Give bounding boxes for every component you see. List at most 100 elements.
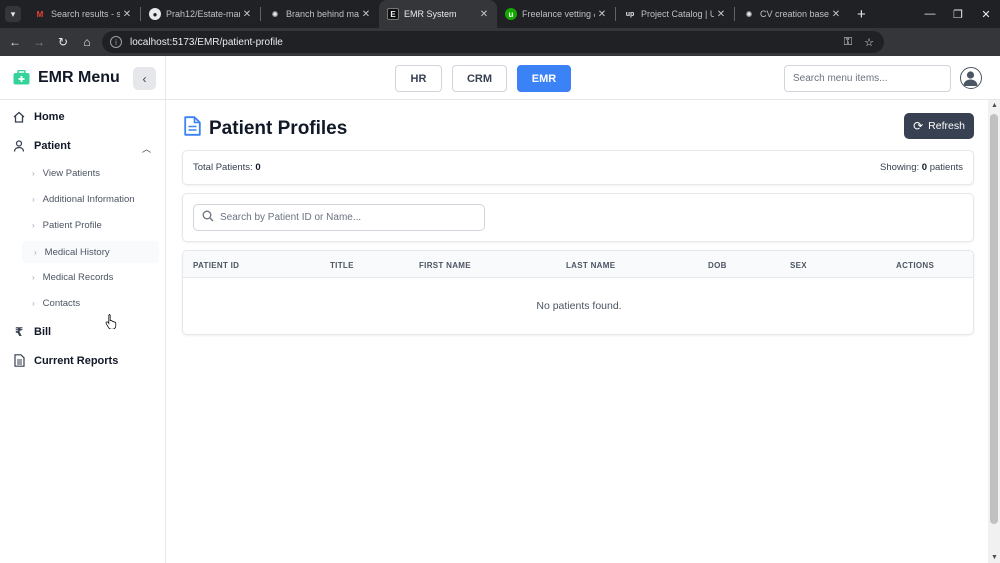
file-text-icon	[184, 116, 201, 141]
patients-table: PATIENT ID TITLE FIRST NAME LAST NAME DO…	[182, 250, 974, 335]
star-icon[interactable]: ☆	[864, 36, 874, 49]
document-icon	[12, 354, 26, 367]
url-bar[interactable]: i localhost:5173/EMR/patient-profile ⚿ ☆	[102, 31, 884, 53]
browser-tab[interactable]: up Project Catalog | Upw ✕	[616, 0, 734, 28]
sidebar-subitem-medical-records[interactable]: › Medical Records	[32, 272, 113, 283]
sidebar-item-label: Current Reports	[34, 354, 119, 367]
close-icon[interactable]: ✕	[829, 9, 843, 20]
tab-title: Search results - sahil	[51, 9, 120, 19]
sidebar-item-bill[interactable]: ₹ Bill	[12, 325, 51, 339]
reload-icon[interactable]: ↻	[51, 35, 75, 49]
sidebar-subitem-patient-profile[interactable]: › Patient Profile	[32, 220, 102, 231]
chatgpt-icon: ✺	[745, 9, 753, 19]
back-arrow-icon[interactable]: ←	[3, 35, 27, 49]
page-scrollbar[interactable]: ▲ ▼	[988, 100, 1000, 563]
tab-title: Project Catalog | Upw	[641, 9, 714, 19]
sidebar-item-label: Bill	[34, 326, 52, 338]
empty-state-message: No patients found.	[536, 300, 622, 312]
new-tab-button[interactable]: +	[849, 6, 874, 23]
chevron-up-icon[interactable]: ︿	[142, 142, 151, 155]
module-button-hr[interactable]: HR	[395, 65, 442, 92]
tab-title: Freelance vetting & c	[522, 9, 595, 19]
home-browser-icon[interactable]: ⌂	[75, 35, 99, 49]
close-icon[interactable]: ✕	[714, 9, 728, 20]
chevron-down-icon: ▾	[5, 6, 21, 22]
close-window-icon[interactable]: ✕	[972, 8, 1000, 21]
column-header[interactable]: PATIENT ID	[193, 261, 239, 270]
avatar[interactable]	[960, 67, 982, 89]
sidebar-subitem-additional-information[interactable]: › Additional Information	[32, 194, 135, 205]
total-label: Total Patients:	[193, 162, 253, 173]
close-icon[interactable]: ✕	[120, 9, 134, 20]
column-header[interactable]: TITLE	[330, 261, 354, 270]
browser-tab[interactable]: ✺ Branch behind main ✕	[261, 0, 379, 28]
browser-tab-bar: ▾ M Search results - sahil ✕ ● Prah12/Es…	[0, 0, 1000, 28]
patient-stats-card: Total Patients: 0 Showing: 0 patients	[182, 150, 974, 185]
sidebar-subitem-medical-history[interactable]: › Medical History	[22, 241, 159, 263]
page-header: Patient Profiles	[184, 116, 347, 141]
sidebar: EMR Menu ‹ Home Patient ︿ › View Patient…	[0, 56, 166, 563]
column-header[interactable]: FIRST NAME	[419, 261, 471, 270]
tab-title: EMR System	[404, 9, 457, 19]
browser-address-bar: ← → ↻ ⌂ i localhost:5173/EMR/patient-pro…	[0, 28, 1000, 77]
chatgpt-icon: ✺	[271, 9, 279, 19]
patient-search-input[interactable]	[220, 212, 470, 223]
browser-tab[interactable]: ● Prah12/Estate-manag ✕	[141, 0, 260, 28]
browser-tab[interactable]: u Freelance vetting & c ✕	[497, 0, 615, 28]
scroll-down-icon[interactable]: ▼	[991, 554, 998, 561]
column-header[interactable]: SEX	[790, 261, 807, 270]
subitem-label: Medical History	[44, 246, 110, 258]
home-icon	[12, 111, 26, 123]
upwork-icon: up	[625, 10, 635, 18]
scrollbar-thumb[interactable]	[990, 114, 998, 524]
showing-label: Showing:	[880, 162, 920, 173]
close-icon[interactable]: ✕	[477, 9, 491, 20]
subitem-label: View Patients	[42, 168, 101, 179]
browser-tab[interactable]: ✺ CV creation based on ✕	[735, 0, 849, 28]
refresh-button[interactable]: ⟳ Refresh	[904, 113, 974, 139]
key-icon[interactable]: ⚿	[844, 36, 852, 49]
emr-app: EMR Menu ‹ Home Patient ︿ › View Patient…	[0, 56, 1000, 563]
github-icon: ●	[149, 8, 161, 20]
hand-cursor-icon	[105, 314, 117, 329]
module-button-emr[interactable]: EMR	[517, 65, 571, 92]
module-button-crm[interactable]: CRM	[452, 65, 507, 92]
chevron-right-icon: ›	[32, 299, 35, 308]
close-icon[interactable]: ✕	[240, 9, 254, 20]
user-avatar-icon	[963, 71, 978, 86]
sidebar-item-home[interactable]: Home	[12, 111, 65, 123]
refresh-icon: ⟳	[913, 119, 924, 133]
column-header[interactable]: LAST NAME	[566, 261, 615, 270]
table-header: PATIENT ID TITLE FIRST NAME LAST NAME DO…	[183, 251, 973, 278]
forward-arrow-icon[interactable]: →	[27, 35, 51, 49]
chevron-right-icon: ›	[34, 247, 37, 257]
scroll-up-icon[interactable]: ▲	[991, 102, 998, 109]
page-title: Patient Profiles	[209, 117, 348, 139]
chevron-left-icon: ‹	[142, 71, 147, 86]
minimize-icon[interactable]: —	[916, 8, 944, 20]
close-icon[interactable]: ✕	[595, 9, 609, 20]
patient-search-box[interactable]	[193, 204, 485, 231]
browser-tab-active[interactable]: E EMR System ✕	[379, 0, 497, 28]
sidebar-item-patient[interactable]: Patient	[12, 140, 71, 152]
gmail-icon: M	[36, 9, 44, 19]
app-icon: E	[387, 8, 399, 20]
chevron-right-icon: ›	[32, 273, 35, 282]
site-info-icon[interactable]: i	[110, 36, 122, 48]
upwork-icon: u	[505, 8, 517, 20]
sidebar-item-current-reports[interactable]: Current Reports	[12, 354, 118, 367]
sidebar-subitem-view-patients[interactable]: › View Patients	[32, 168, 100, 179]
tab-title: Branch behind main	[286, 9, 359, 19]
collapse-sidebar-button[interactable]: ‹	[133, 67, 156, 90]
restore-icon[interactable]: ❐	[944, 8, 972, 21]
close-icon[interactable]: ✕	[359, 9, 373, 20]
tab-title: CV creation based on	[760, 9, 829, 19]
column-header[interactable]: DOB	[708, 261, 727, 270]
tab-search-button[interactable]: ▾	[0, 0, 26, 28]
column-header[interactable]: ACTIONS	[896, 261, 934, 270]
sidebar-subitem-contacts[interactable]: › Contacts	[32, 298, 80, 309]
chevron-right-icon: ›	[32, 221, 35, 230]
browser-tab[interactable]: M Search results - sahil ✕	[26, 0, 140, 28]
tab-title: Prah12/Estate-manag	[166, 9, 240, 19]
menu-search-input[interactable]	[784, 65, 951, 92]
